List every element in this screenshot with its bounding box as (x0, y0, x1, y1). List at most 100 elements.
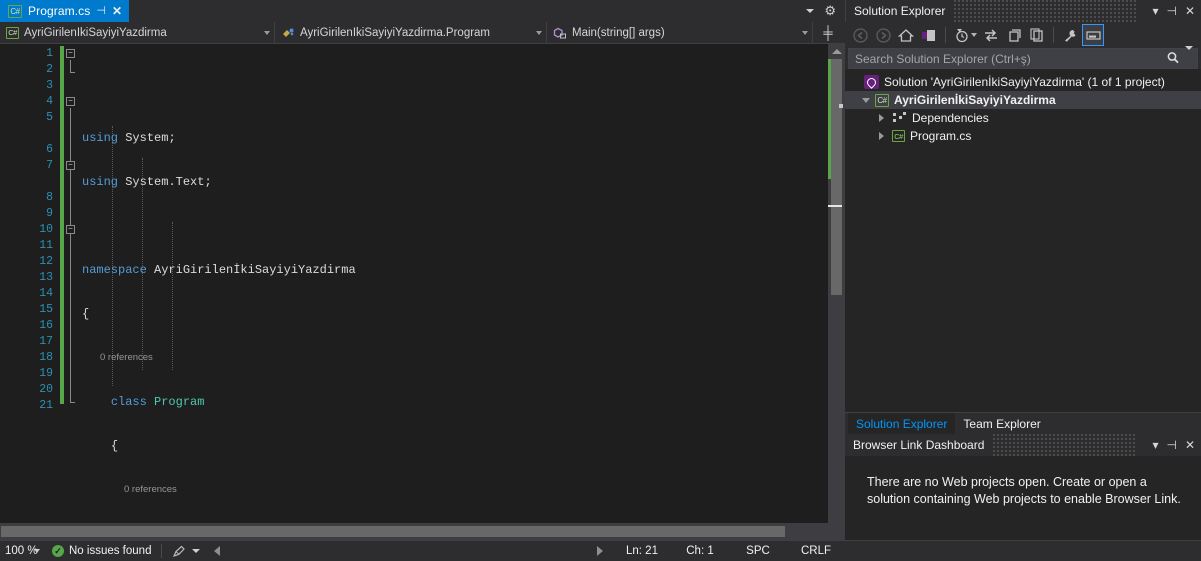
refresh-icon[interactable] (1003, 24, 1025, 46)
line-number: 4 (46, 95, 53, 108)
search-input[interactable] (855, 51, 1166, 66)
type-combo[interactable]: AyriGirilenİkiSayiyiYazdirma.Program (275, 22, 547, 43)
pen-icon (173, 545, 186, 557)
dock-tab-label: Solution Explorer (856, 416, 948, 431)
indentation-indicator[interactable]: SPC (729, 545, 787, 557)
line-number: 11 (39, 239, 53, 252)
scroll-right-icon[interactable] (597, 546, 603, 556)
right-dock: Solution 'AyriGirilenİkiSayiyiYazdirma' … (845, 22, 1201, 540)
tab-program-cs[interactable]: C# Program.cs ⊣ ✕ (0, 0, 130, 22)
pin-icon[interactable]: ⊣ (96, 5, 106, 17)
line-number: 13 (39, 271, 53, 284)
code-text-area[interactable]: using System; using System.Text; namespa… (78, 44, 828, 523)
expander-collapsed-icon[interactable] (875, 132, 888, 140)
chevron-down-icon[interactable] (192, 549, 201, 553)
expander-collapsed-icon[interactable] (875, 114, 888, 122)
solution-tree[interactable]: Solution 'AyriGirilenİkiSayiyiYazdirma' … (845, 69, 1201, 412)
preview-selected-items-icon[interactable] (1082, 24, 1104, 46)
code-line: { (82, 307, 90, 321)
search-solution-explorer[interactable] (848, 45, 1198, 69)
solution-explorer-toolbar (845, 22, 1201, 48)
scrollbar-corner (828, 523, 845, 540)
search-options-chevron-icon[interactable] (1185, 45, 1193, 68)
tree-item-solution[interactable]: Solution 'AyriGirilenİkiSayiyiYazdirma' … (845, 73, 1201, 91)
expander-expanded-icon[interactable] (859, 97, 872, 103)
chevron-down-icon[interactable] (971, 33, 977, 37)
zoom-chevron-down-icon[interactable] (34, 549, 40, 553)
fold-toggle-icon[interactable]: − (66, 225, 75, 234)
line-number: 8 (46, 191, 53, 204)
panel-menu-icon[interactable]: ▾ (1152, 439, 1158, 451)
tree-item-dependencies[interactable]: Dependencies (845, 109, 1201, 127)
status-divider (161, 544, 163, 558)
horizontal-scroll-area (0, 523, 845, 540)
outlining-gutter[interactable]: − − − − (64, 44, 78, 523)
line-number: 3 (46, 79, 53, 92)
properties-wrench-icon[interactable] (1059, 24, 1081, 46)
dock-tab-label: Team Explorer (963, 416, 1041, 431)
panel-pin-icon[interactable]: ⊣ (1166, 439, 1176, 451)
fold-toggle-icon[interactable]: − (66, 161, 75, 170)
code-editor[interactable]: 1 2 3 4 5 6 7 8 9 10 11 12 13 14 15 16 1… (0, 44, 845, 523)
code-line: { (110, 439, 119, 453)
scroll-up-icon[interactable] (828, 44, 845, 58)
issues-status[interactable]: ✓ No issues found (52, 545, 151, 557)
collapse-all-icon[interactable] (1026, 24, 1048, 46)
horizontal-scrollbar[interactable] (0, 523, 828, 540)
editor-column: C# AyriGirilenİkiSayiyiYazdirma AyriGiri… (0, 22, 845, 540)
panel-menu-icon[interactable]: ▾ (1152, 5, 1158, 17)
chevron-down-icon (802, 30, 808, 35)
sync-views-icon[interactable] (980, 24, 1002, 46)
code-line: class Program (110, 395, 205, 409)
line-number: 1 (46, 47, 53, 60)
main-body: C# AyriGirilenİkiSayiyiYazdirma AyriGiri… (0, 22, 1201, 540)
code-line: using System.Text; (82, 175, 212, 189)
close-icon[interactable]: ✕ (112, 5, 122, 17)
tree-item-project[interactable]: C# AyriGirilenİkiSayiyiYazdirma (845, 91, 1201, 109)
panel-pin-icon[interactable]: ⊣ (1166, 5, 1176, 17)
member-combo-label: Main(string[] args) (572, 26, 665, 39)
scroll-left-icon[interactable] (214, 546, 221, 556)
gear-icon[interactable]: ⚙ (824, 3, 836, 19)
line-indicator: Ln: 21 (626, 545, 658, 557)
tree-item-program-cs[interactable]: C# Program.cs (845, 127, 1201, 145)
code-navigation-bar: C# AyriGirilenİkiSayiyiYazdirma AyriGiri… (0, 22, 845, 44)
annotation-tool[interactable] (172, 545, 201, 558)
chevron-down-icon[interactable] (806, 9, 815, 13)
project-combo-label: AyriGirilenİkiSayiyiYazdirma (24, 26, 167, 39)
member-combo[interactable]: Main(string[] args) (547, 22, 813, 43)
back-icon[interactable] (849, 24, 871, 46)
browser-link-header: Browser Link Dashboard ▾ ⊣ ✕ (845, 434, 1201, 456)
vertical-scrollbar[interactable] (828, 44, 845, 523)
panel-close-icon[interactable]: ✕ (1185, 5, 1195, 17)
type-combo-label: AyriGirilenİkiSayiyiYazdirma.Program (300, 26, 491, 39)
zoom-control[interactable]: 100 % (0, 545, 56, 557)
tab-solution-explorer[interactable]: Solution Explorer (848, 413, 956, 434)
pending-changes-filter-icon[interactable] (951, 24, 973, 46)
project-combo[interactable]: C# AyriGirilenİkiSayiyiYazdirma (0, 22, 275, 43)
sync-with-active-document-icon[interactable] (918, 24, 940, 46)
code-line: namespace AyriGirilenİkiSayiyiYazdirma (82, 263, 356, 277)
toolbar-separator (945, 27, 946, 43)
fold-toggle-icon[interactable]: − (66, 97, 75, 106)
fold-toggle-icon[interactable]: − (66, 49, 75, 58)
scrollbar-thumb[interactable] (831, 59, 842, 295)
codelens-class[interactable]: 0 references (78, 350, 828, 366)
drag-dots (953, 0, 1137, 22)
line-number: 18 (39, 351, 53, 364)
toolbar-separator (1053, 27, 1054, 43)
dock-tab-strip: Solution Explorer Team Explorer (845, 412, 1201, 434)
codelens-main[interactable]: 0 references (78, 482, 828, 498)
drag-dots (992, 434, 1137, 456)
split-view-icon[interactable]: ╪ (813, 22, 843, 43)
line-ending-indicator[interactable]: CRLF (787, 545, 845, 557)
search-icon[interactable] (1166, 51, 1180, 67)
home-icon[interactable] (895, 24, 917, 46)
class-icon (281, 27, 295, 39)
caret-position-group: Ln: 21 Ch: 1 SPC CRLF (613, 545, 845, 557)
tab-team-explorer[interactable]: Team Explorer (955, 413, 1048, 434)
forward-icon[interactable] (872, 24, 894, 46)
hscrollbar-thumb[interactable] (1, 526, 785, 537)
panel-close-icon[interactable]: ✕ (1185, 439, 1195, 451)
